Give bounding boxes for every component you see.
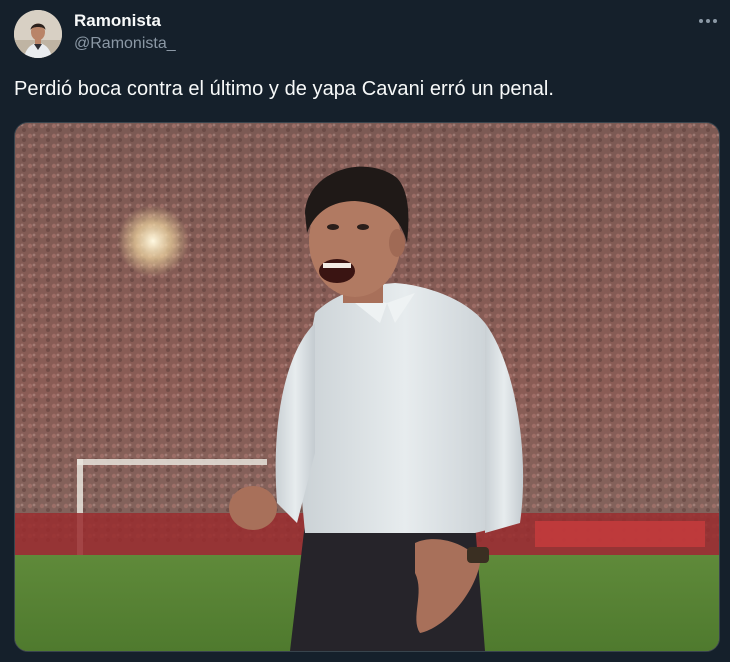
tweet-text: Perdió boca contra el último y de yapa C…: [14, 78, 554, 100]
tweet-card: Ramonista @Ramonista_ Perdió boca contra…: [0, 0, 730, 662]
author-display-name[interactable]: Ramonista: [74, 11, 176, 31]
more-horizontal-icon: [699, 19, 703, 23]
avatar-photo: [14, 10, 62, 58]
author-names: Ramonista @Ramonista_: [74, 11, 176, 54]
tweet-header: Ramonista @Ramonista_: [14, 10, 176, 60]
more-horizontal-icon: [706, 19, 710, 23]
more-options-button[interactable]: [696, 9, 720, 33]
tweet-photo[interactable]: [14, 122, 720, 652]
avatar[interactable]: [14, 10, 62, 58]
author-handle[interactable]: @Ramonista_: [74, 34, 176, 53]
photo-coach-celebrating: [15, 123, 719, 651]
more-horizontal-icon: [713, 19, 717, 23]
